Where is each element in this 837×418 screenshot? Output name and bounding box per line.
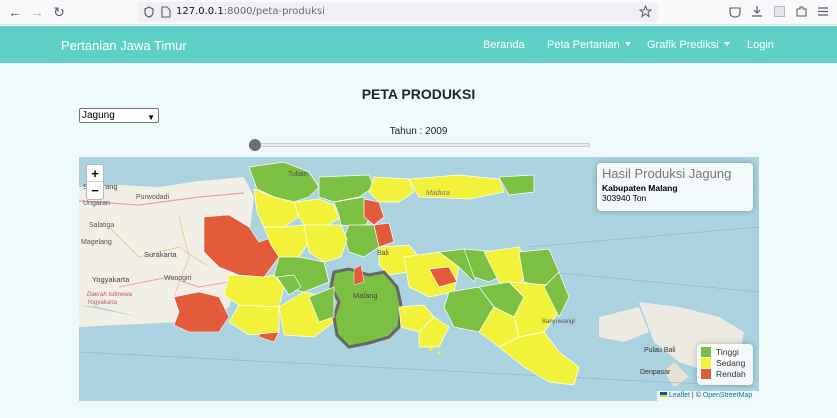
leaflet-link[interactable]: Leaflet <box>669 392 690 399</box>
osm-link[interactable]: OpenStreetMap <box>703 392 752 399</box>
label-wonogiri: Wonogiri <box>164 275 192 282</box>
legend-swatch <box>701 358 711 368</box>
info-panel: Hasil Produksi Jagung Kabupaten Malang 3… <box>597 163 753 211</box>
url-host: 127.0.0.1 <box>176 6 224 17</box>
puzzle-icon[interactable] <box>795 5 808 18</box>
extension-icon[interactable] <box>774 6 785 17</box>
nav-peta-pertanian-label: Peta Pertanian <box>547 39 620 51</box>
zoom-control: + − <box>86 164 104 200</box>
chevron-down-icon <box>723 42 730 46</box>
year-label: Tahun : 2009 <box>389 126 448 137</box>
nav-grafik-prediksi-label: Grafik Prediksi <box>647 39 719 51</box>
chevron-down-icon <box>624 42 631 46</box>
year-slider-thumb[interactable] <box>249 139 261 151</box>
crop-select[interactable]: Jagung ▼ <box>79 108 159 123</box>
legend-item: Sedang <box>701 358 749 369</box>
zoom-out-button[interactable]: − <box>87 182 103 199</box>
nav-grafik-prediksi[interactable]: Grafik Prediksi <box>647 39 730 51</box>
info-region: Kabupaten Malang <box>602 183 678 193</box>
legend-label: Tinggi <box>716 347 739 357</box>
label-yogyakarta: Yogyakarta <box>92 275 130 284</box>
label-denpasar: Denpasar <box>640 369 671 376</box>
page-icon <box>161 6 171 18</box>
zoom-in-button[interactable]: + <box>87 165 103 182</box>
label-purwodadi: Purwodadi <box>136 194 170 201</box>
nav-beranda[interactable]: Beranda <box>483 39 525 51</box>
label-diy: Daerah Istimewa Yogyakarta <box>87 292 133 306</box>
nav-peta-pertanian[interactable]: Peta Pertanian <box>547 39 631 51</box>
label-tuban: Tuban <box>288 171 308 178</box>
attribution-separator: | © <box>689 392 703 399</box>
label-salatiga: Salatiga <box>89 222 115 229</box>
ukraine-flag-icon <box>660 392 667 397</box>
map-legend: Tinggi Sedang Rendah <box>697 344 753 385</box>
url-text[interactable]: 127.0.0.1:8000/peta-produksi <box>176 6 325 17</box>
label-banyuwangi: Banyuwangi <box>542 319 575 325</box>
label-magelang: Magelang <box>81 239 112 246</box>
info-value: 303940 Ton <box>602 193 647 203</box>
site-navbar: Pertanian Jawa Timur Beranda Peta Pertan… <box>0 26 837 63</box>
forward-icon[interactable]: → <box>29 4 45 20</box>
nav-login[interactable]: Login <box>747 39 774 51</box>
label-surakarta: Surakarta <box>144 250 177 259</box>
label-madura: Madura <box>426 190 450 197</box>
label-pulau-bali: Pulau Bali <box>644 347 676 354</box>
chevron-down-icon: ▼ <box>147 113 155 122</box>
legend-label: Sedang <box>716 358 746 368</box>
legend-swatch <box>701 347 711 357</box>
page-title: PETA PRODUKSI <box>361 86 476 102</box>
map-attribution: Leaflet | © OpenStreetMap <box>657 391 759 401</box>
crop-select-value: Jagung <box>82 110 115 121</box>
download-icon[interactable] <box>751 5 763 18</box>
info-title: Hasil Produksi Jagung <box>602 166 732 181</box>
legend-label: Rendah <box>716 369 746 379</box>
url-path: :8000/peta-produksi <box>223 6 325 17</box>
reload-icon[interactable]: ↻ <box>51 4 67 20</box>
label-ungaran: Ungaran <box>83 200 110 207</box>
bookmark-star-icon[interactable] <box>639 5 652 18</box>
browser-toolbar: ← → ↻ 127.0.0.1:8000/peta-produksi <box>0 0 837 25</box>
brand-link[interactable]: Pertanian Jawa Timur <box>61 38 187 53</box>
legend-item: Tinggi <box>701 347 749 358</box>
legend-swatch <box>701 369 711 379</box>
label-bali-region: Bali <box>377 250 389 257</box>
pocket-icon[interactable] <box>729 6 741 18</box>
label-malang: Malang <box>353 291 378 300</box>
year-slider-track[interactable] <box>250 143 590 147</box>
menu-icon[interactable] <box>817 6 829 17</box>
back-icon[interactable]: ← <box>7 4 23 20</box>
shield-icon[interactable] <box>144 6 154 18</box>
legend-item: Rendah <box>701 369 749 380</box>
